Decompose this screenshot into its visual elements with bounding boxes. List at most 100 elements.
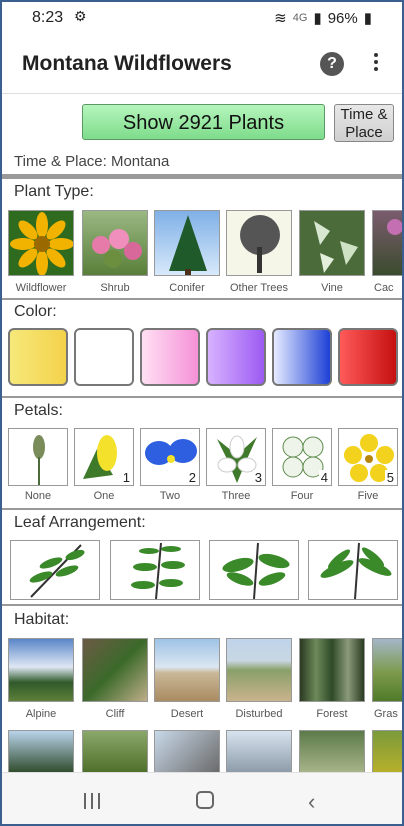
alternate-leaves-icon [29, 544, 85, 598]
cactus-image [387, 219, 402, 235]
plant-type-cactus[interactable] [372, 210, 402, 276]
petal-count-badge: 4 [318, 470, 330, 485]
section-divider [2, 298, 402, 300]
leaf-arrangement-heading: Leaf Arrangement: [14, 514, 146, 531]
leaf-opposite[interactable] [110, 540, 200, 600]
section-divider [2, 174, 402, 179]
system-nav-bar: ‹ [2, 772, 402, 824]
debug-icon: ⚙ [74, 8, 87, 24]
habitat-second-row-image[interactable] [226, 730, 292, 772]
opposite-leaves-icon [131, 542, 185, 600]
section-divider [2, 604, 402, 606]
habitat-second-row-image[interactable] [82, 730, 148, 772]
status-time: 8:23 [32, 9, 64, 26]
habitat-label: Disturbed [235, 708, 283, 720]
habitat-forest[interactable] [299, 638, 365, 702]
petal-label: Four [290, 490, 314, 502]
plant-type-other-trees[interactable] [226, 210, 292, 276]
habitat-second-row-image[interactable] [299, 730, 365, 772]
more-options-icon[interactable] [370, 50, 382, 78]
petal-label: One [93, 490, 115, 502]
whorled-leaves-icon [222, 542, 290, 600]
petal-none[interactable] [8, 428, 68, 486]
petal-four[interactable]: 4 [272, 428, 332, 486]
help-icon[interactable]: ? [320, 52, 344, 76]
back-icon[interactable]: ‹ [308, 789, 315, 815]
habitat-desert[interactable] [154, 638, 220, 702]
habitat-label: Cliff [105, 708, 125, 720]
habitat-label: Gras [374, 708, 398, 720]
petal-label: Two [159, 490, 181, 502]
color-heading: Color: [14, 303, 57, 320]
color-red-swatch[interactable] [338, 328, 398, 386]
plant-type-label: Vine [321, 282, 343, 294]
plant-type-shrub[interactable] [82, 210, 148, 276]
recents-icon[interactable] [84, 793, 102, 809]
plant-type-label: Other Trees [229, 282, 289, 294]
color-pink-swatch[interactable] [140, 328, 200, 386]
habitat-label: Desert [170, 708, 204, 720]
habitat-second-row-image[interactable] [372, 730, 402, 772]
basal-leaves-icon [320, 542, 392, 600]
leaf-alternate[interactable] [10, 540, 100, 600]
app-title: Montana Wildflowers [22, 52, 232, 75]
petals-heading: Petals: [14, 402, 63, 419]
signal-icon: ▮ [313, 10, 322, 27]
leaf-basal[interactable] [308, 540, 398, 600]
home-icon[interactable] [196, 791, 214, 809]
app-bar: Montana Wildflowers ? [2, 34, 402, 94]
habitat-disturbed[interactable] [226, 638, 292, 702]
network-type: 4G [292, 12, 308, 24]
petal-label: Three [221, 490, 251, 502]
petal-label: None [24, 490, 52, 502]
habitat-second-row-image[interactable] [154, 730, 220, 772]
leaf-arrangement-row [2, 538, 402, 602]
show-plants-button[interactable]: Show 2921 Plants [82, 104, 325, 140]
petal-count-badge: 3 [252, 470, 264, 485]
petal-count-badge: 5 [384, 470, 396, 485]
color-white-swatch[interactable] [74, 328, 134, 386]
habitat-label: Forest [316, 708, 348, 720]
habitat-cliff[interactable] [82, 638, 148, 702]
wifi-icon: ≋ [274, 10, 287, 27]
petal-one[interactable]: 1 [74, 428, 134, 486]
petal-count-badge: 2 [186, 470, 198, 485]
time-place-line-2: Place [345, 124, 383, 141]
plant-type-heading: Plant Type: [14, 183, 94, 200]
petal-two[interactable]: 2 [140, 428, 200, 486]
time-place-line-1: Time & [340, 106, 388, 123]
habitat-second-row-image[interactable] [8, 730, 74, 772]
sunflower-image [10, 212, 73, 275]
petal-label: Five [357, 490, 379, 502]
app-window: 8:23 ⚙ ≋ 4G ▮ 96% ▮ Montana Wildflowers … [0, 0, 404, 826]
section-divider [2, 396, 402, 398]
habitat-grid: Alpine Cliff Desert Disturbed Forest Gra… [2, 636, 402, 772]
plant-type-label: Conifer [169, 282, 205, 294]
color-row [2, 328, 402, 392]
vine-image [314, 221, 358, 273]
habitat-alpine[interactable] [8, 638, 74, 702]
plant-type-label: Wildflower [15, 282, 67, 294]
plant-type-label: Cac [374, 282, 394, 294]
plant-type-label: Shrub [100, 282, 130, 294]
leaf-whorled[interactable] [209, 540, 299, 600]
battery-icon: ▮ [363, 10, 372, 27]
time-place-summary: Time & Place: Montana [14, 153, 170, 170]
habitat-heading: Habitat: [14, 611, 70, 628]
plant-type-vine[interactable] [299, 210, 365, 276]
conifer-image [169, 215, 207, 275]
plant-type-conifer[interactable] [154, 210, 220, 276]
color-purple-swatch[interactable] [206, 328, 266, 386]
plant-type-wildflower[interactable] [8, 210, 74, 276]
tree-image [240, 215, 280, 273]
color-yellow-swatch[interactable] [8, 328, 68, 386]
petal-count-badge: 1 [120, 470, 132, 485]
color-blue-swatch[interactable] [272, 328, 332, 386]
petals-row: None 1 One 2 Two 3 Three 4 Four 5 Five [2, 426, 402, 508]
plant-type-row: Wildflower Shrub Conifer Other Trees Vin… [2, 208, 402, 298]
time-place-button[interactable]: Time & Place [334, 104, 394, 142]
petal-five[interactable]: 5 [338, 428, 398, 486]
status-bar: 8:23 ⚙ ≋ 4G ▮ 96% ▮ [2, 2, 402, 34]
habitat-grassland[interactable] [372, 638, 402, 702]
petal-three[interactable]: 3 [206, 428, 266, 486]
